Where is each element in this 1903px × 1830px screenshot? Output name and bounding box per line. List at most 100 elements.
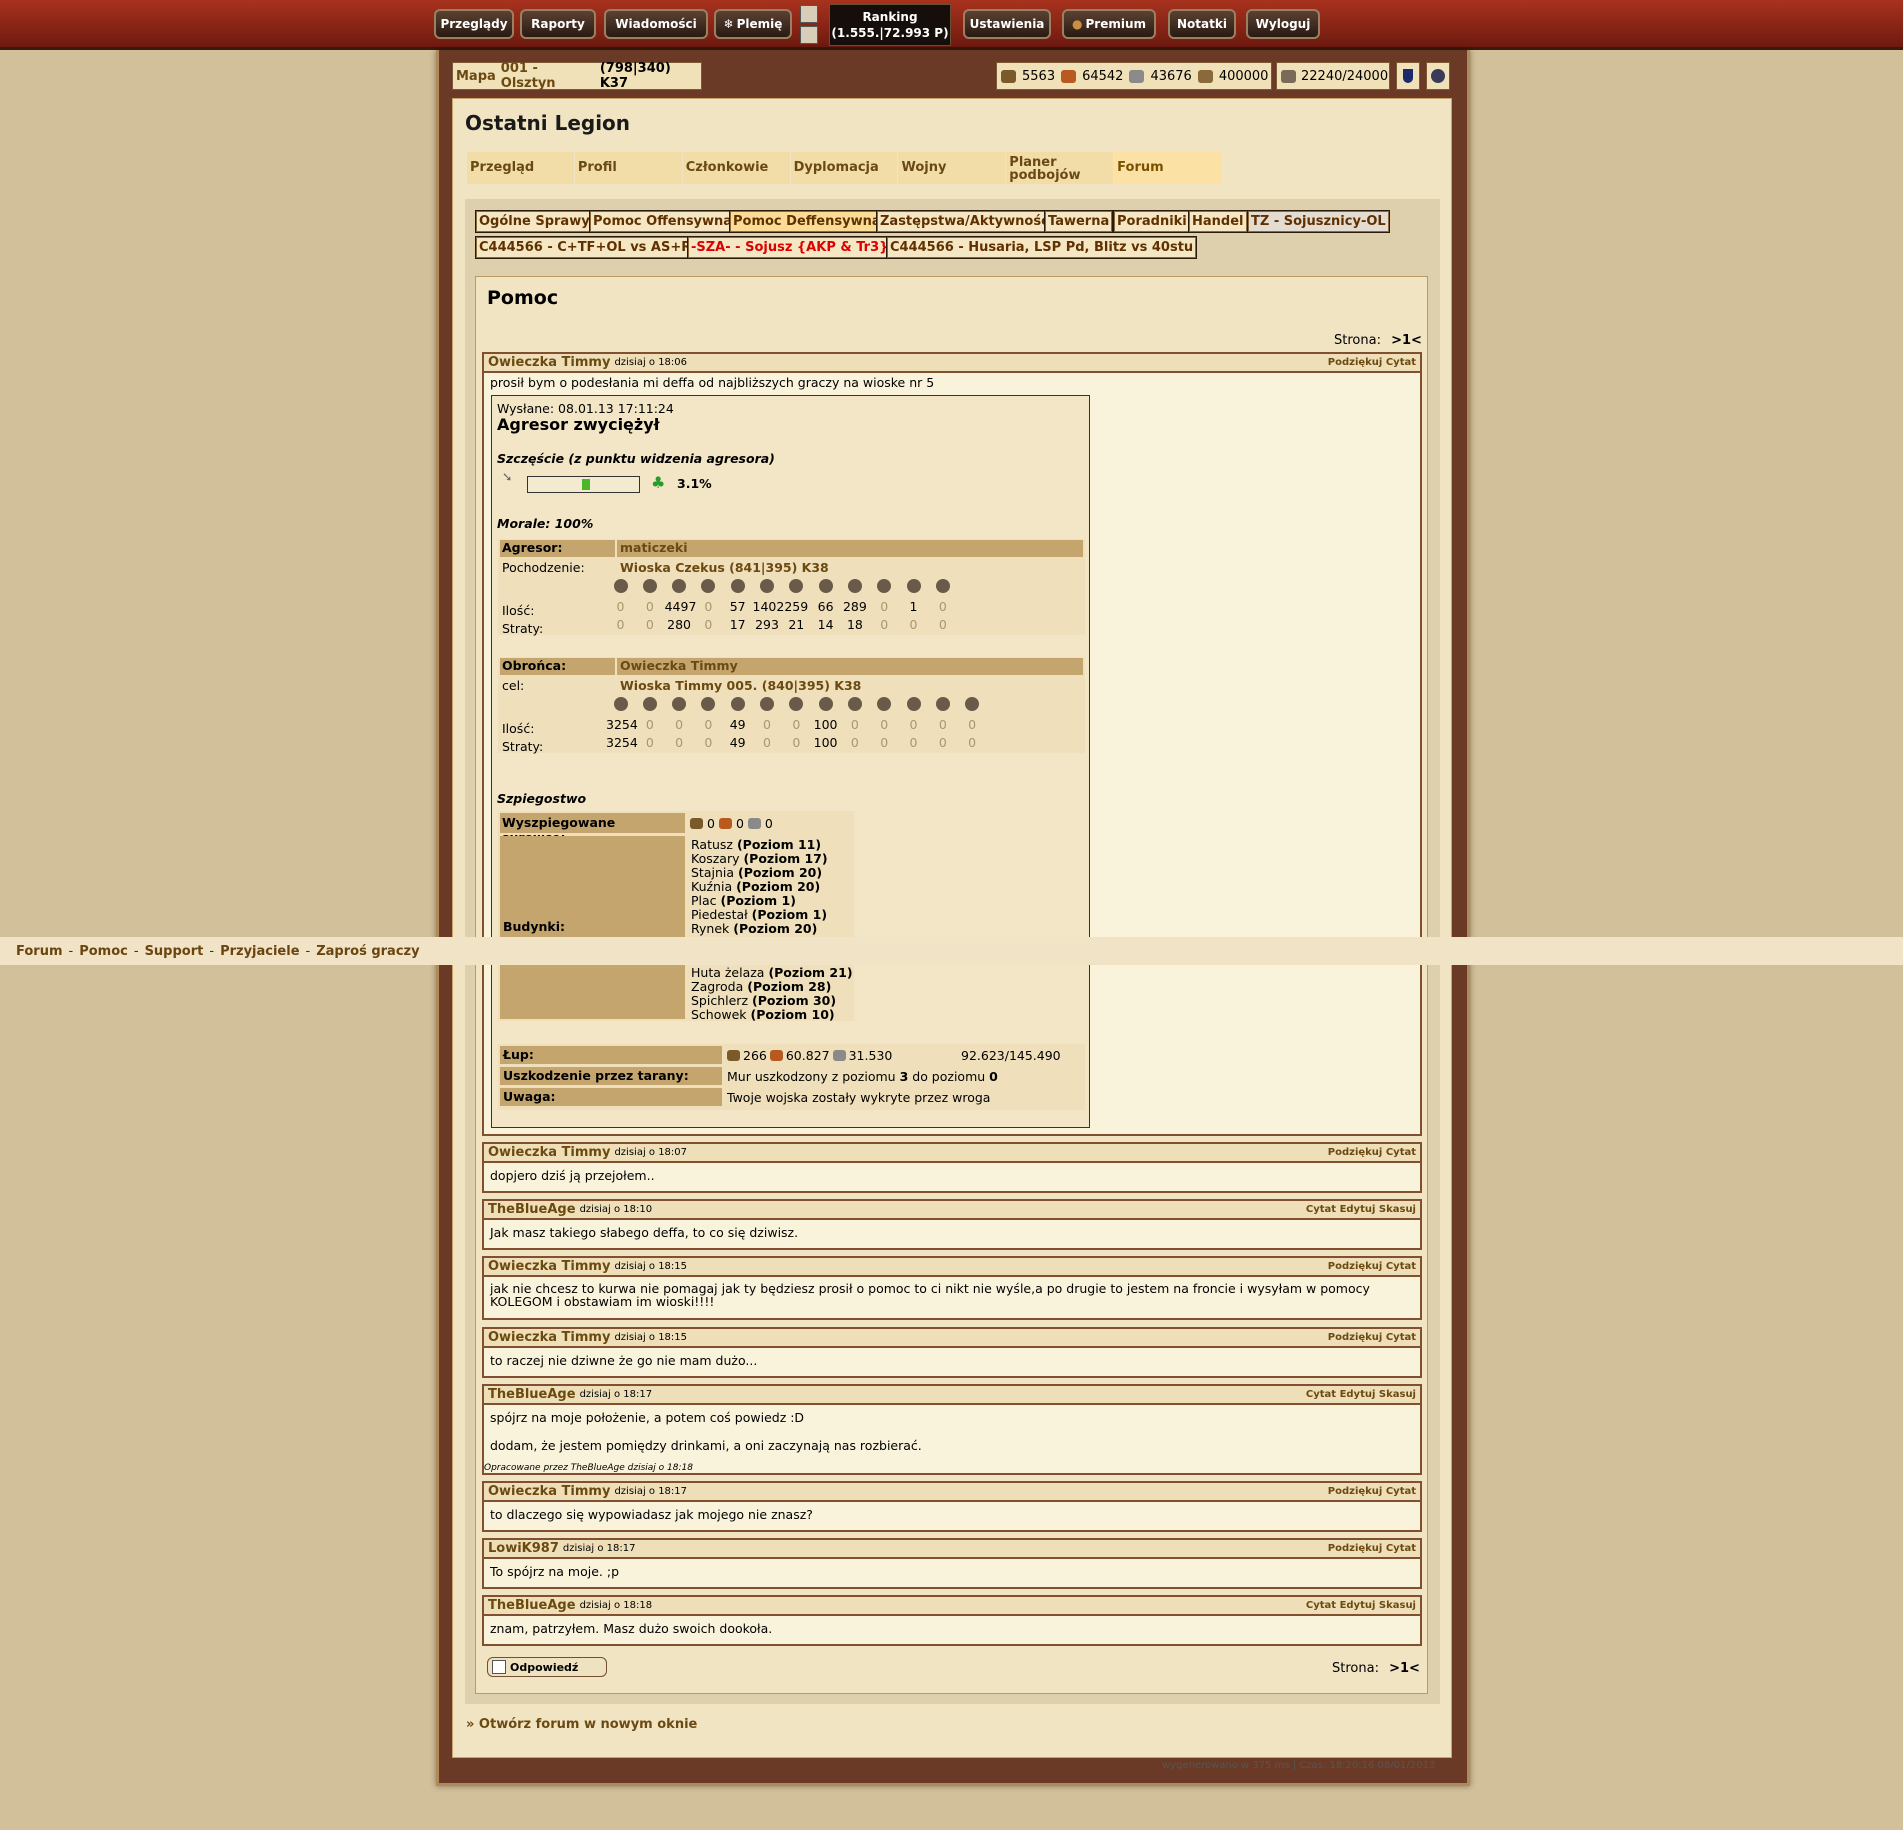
village-name-link[interactable]: 001 - Olsztyn xyxy=(501,61,595,91)
tab-czlonkowie[interactable]: Członkowie xyxy=(682,152,790,184)
post-actions[interactable]: Podziękuj Cytat xyxy=(1328,1332,1416,1343)
post-author[interactable]: TheBlueAge xyxy=(488,1598,576,1613)
nav-wyloguj-button[interactable]: Wyloguj xyxy=(1246,9,1320,39)
unit-qty: 0 xyxy=(704,599,713,614)
tab-profil[interactable]: Profil xyxy=(574,152,682,184)
tab-wojny[interactable]: Wojny xyxy=(898,152,1006,184)
post-author[interactable]: TheBlueAge xyxy=(488,1387,576,1402)
post-edited-note: Opracowane przez TheBlueAge dzisiaj o 18… xyxy=(484,1463,693,1473)
forum-link-pomoc-deffensywna[interactable]: Pomoc Deffensywna xyxy=(730,211,884,232)
forum-link-handel[interactable]: Handel xyxy=(1189,211,1247,232)
forum-link-c444566-a[interactable]: C444566 - C+TF+OL vs AS+R xyxy=(476,237,695,258)
pager-current[interactable]: >1< xyxy=(1389,1661,1420,1676)
report-result: Agresor zwyciężył xyxy=(497,415,660,434)
ranking-value: (1.555.|72.993 P) xyxy=(831,26,949,40)
unit-loss: 0 xyxy=(850,735,859,750)
post-actions[interactable]: Cytat Edytuj Skasuj xyxy=(1306,1389,1416,1400)
nav-premium-button[interactable]: ● Premium xyxy=(1062,9,1156,39)
tab-planer-podbojow[interactable]: Planer podbojów xyxy=(1006,152,1114,184)
nav-raporty-button[interactable]: Raporty xyxy=(520,9,596,39)
forum-link-pomoc-offensywna[interactable]: Pomoc Offensywna xyxy=(590,211,736,232)
post-author[interactable]: Owieczka Timmy xyxy=(488,355,610,370)
post-body: jak nie chcesz to kurwa nie pomagaj jak … xyxy=(490,1281,1370,1309)
unit-qty: 1402 xyxy=(752,599,785,614)
nav-ustawienia-button[interactable]: Ustawienia xyxy=(963,9,1051,39)
unit-loss: 0 xyxy=(763,735,771,750)
footer-link-pomoc[interactable]: Pomoc xyxy=(79,944,128,959)
building-level: (Poziom 10) xyxy=(750,1007,835,1022)
post-author[interactable]: LowiK987 xyxy=(488,1541,559,1556)
unit-qty: 0 xyxy=(880,717,889,732)
footer-link-przyjaciele[interactable]: Przyjaciele xyxy=(220,944,299,959)
building-item: Piedestał (Poziom 1) xyxy=(691,908,828,922)
tab-przeglad[interactable]: Przegląd xyxy=(467,152,574,184)
unit-column: 00 xyxy=(928,579,957,632)
post-author[interactable]: TheBlueAge xyxy=(488,1202,576,1217)
nav-wiadomosci-button[interactable]: Wiadomości xyxy=(604,9,708,39)
spy-iron: 0 xyxy=(764,816,773,831)
attacker-name[interactable]: maticzeki xyxy=(617,540,1083,557)
post-body: znam, patrzyłem. Masz dużo swoich dookoł… xyxy=(490,1621,773,1636)
unit-qty: 1 xyxy=(909,599,918,614)
forum-link-ogolne-sprawy[interactable]: Ogólne Sprawy xyxy=(476,211,593,232)
nav-notatki-button[interactable]: Notatki xyxy=(1168,9,1236,39)
post-author[interactable]: Owieczka Timmy xyxy=(488,1330,610,1345)
building-item: Ratusz (Poziom 11) xyxy=(691,838,828,852)
nav-przeglady-button[interactable]: Przeglądy xyxy=(434,9,514,39)
post-actions[interactable]: Podziękuj Cytat xyxy=(1328,1543,1416,1554)
footer-link-zapros[interactable]: Zaproś graczy xyxy=(316,944,419,959)
forum-link-tz-sojusznicy[interactable]: TZ - Sojusznicy-OL xyxy=(1248,211,1389,232)
iron-icon xyxy=(1129,69,1145,83)
forum-link-poradniki[interactable]: Poradniki xyxy=(1114,211,1190,232)
unit-loss: 0 xyxy=(645,617,654,632)
forum-link-c444566-b[interactable]: C444566 - Husaria, LSP Pd, Blitz vs 40st… xyxy=(887,237,1197,258)
post-author[interactable]: Owieczka Timmy xyxy=(488,1259,610,1274)
building-item: Rynek (Poziom 20) xyxy=(691,922,828,936)
open-new-window-link[interactable]: » Otwórz forum w nowym oknie xyxy=(466,1717,697,1732)
defender-name[interactable]: Owieczka Timmy xyxy=(617,658,1083,675)
tab-forum[interactable]: Forum xyxy=(1114,152,1222,184)
support-incoming-icon[interactable] xyxy=(800,26,818,44)
post-actions[interactable]: Podziękuj Cytat xyxy=(1328,357,1416,368)
buildings-label: Budynki: xyxy=(503,919,566,934)
flag-button[interactable] xyxy=(1396,62,1420,90)
post-actions[interactable]: Cytat Edytuj Skasuj xyxy=(1306,1600,1416,1611)
post-header: LowiK987 dzisiaj o 18:17 Podziękuj Cytat xyxy=(484,1540,1420,1559)
reply-button[interactable]: Odpowiedź xyxy=(487,1657,607,1677)
unit-column: 00 xyxy=(694,697,723,750)
post-date: dzisiaj o 18:15 xyxy=(614,1332,688,1343)
unit-loss: 0 xyxy=(704,617,713,632)
attack-incoming-icon[interactable] xyxy=(800,5,818,23)
post-header: Owieczka Timmy dzisiaj o 18:06 Podziękuj… xyxy=(484,354,1420,373)
pager-current[interactable]: >1< xyxy=(1391,333,1422,348)
ranking-box[interactable]: Ranking (1.555.|72.993 P) xyxy=(829,4,951,46)
nav-plemie-button[interactable]: ❄ Plemię xyxy=(714,9,792,39)
post-author[interactable]: Owieczka Timmy xyxy=(488,1145,610,1160)
post-actions[interactable]: Cytat Edytuj Skasuj xyxy=(1306,1204,1416,1215)
footer-link-support[interactable]: Support xyxy=(145,944,204,959)
post-actions[interactable]: Podziękuj Cytat xyxy=(1328,1486,1416,1497)
target-village[interactable]: Wioska Timmy 005. (840|395) K38 xyxy=(620,678,861,693)
forum-link-sza-sojusz[interactable]: -SZA- - Sojusz {AKP & Tr3} xyxy=(688,237,892,258)
unit-column: 00 xyxy=(694,579,723,632)
post-date: dzisiaj o 18:17 xyxy=(579,1389,653,1400)
shield-icon xyxy=(1403,69,1413,83)
post-author[interactable]: Owieczka Timmy xyxy=(488,1484,610,1499)
map-link[interactable]: Mapa xyxy=(456,69,496,84)
tab-dyplomacja[interactable]: Dyplomacja xyxy=(790,152,898,184)
footer-bar: Forum - Pomoc - Support - Przyjaciele - Zapr… xyxy=(0,937,1903,965)
profile-button[interactable] xyxy=(1426,62,1450,90)
building-item: Koszary (Poziom 17) xyxy=(691,852,828,866)
post-actions[interactable]: Podziękuj Cytat xyxy=(1328,1147,1416,1158)
post-actions[interactable]: Podziękuj Cytat xyxy=(1328,1261,1416,1272)
unit-column: 00 xyxy=(753,697,782,750)
wood-value: 5563 xyxy=(1022,68,1056,84)
footer-link-forum[interactable]: Forum xyxy=(16,944,63,959)
forum-link-tawerna[interactable]: Tawerna xyxy=(1045,211,1113,232)
forum-link-zastepstwa[interactable]: Zastępstwa/Aktywność xyxy=(877,211,1052,232)
unit-qty: 0 xyxy=(645,599,654,614)
origin-village[interactable]: Wioska Czekus (841|395) K38 xyxy=(620,560,829,575)
unit-column: 00 xyxy=(928,697,957,750)
target-label: cel: xyxy=(502,678,525,693)
unit-loss: 0 xyxy=(704,735,713,750)
